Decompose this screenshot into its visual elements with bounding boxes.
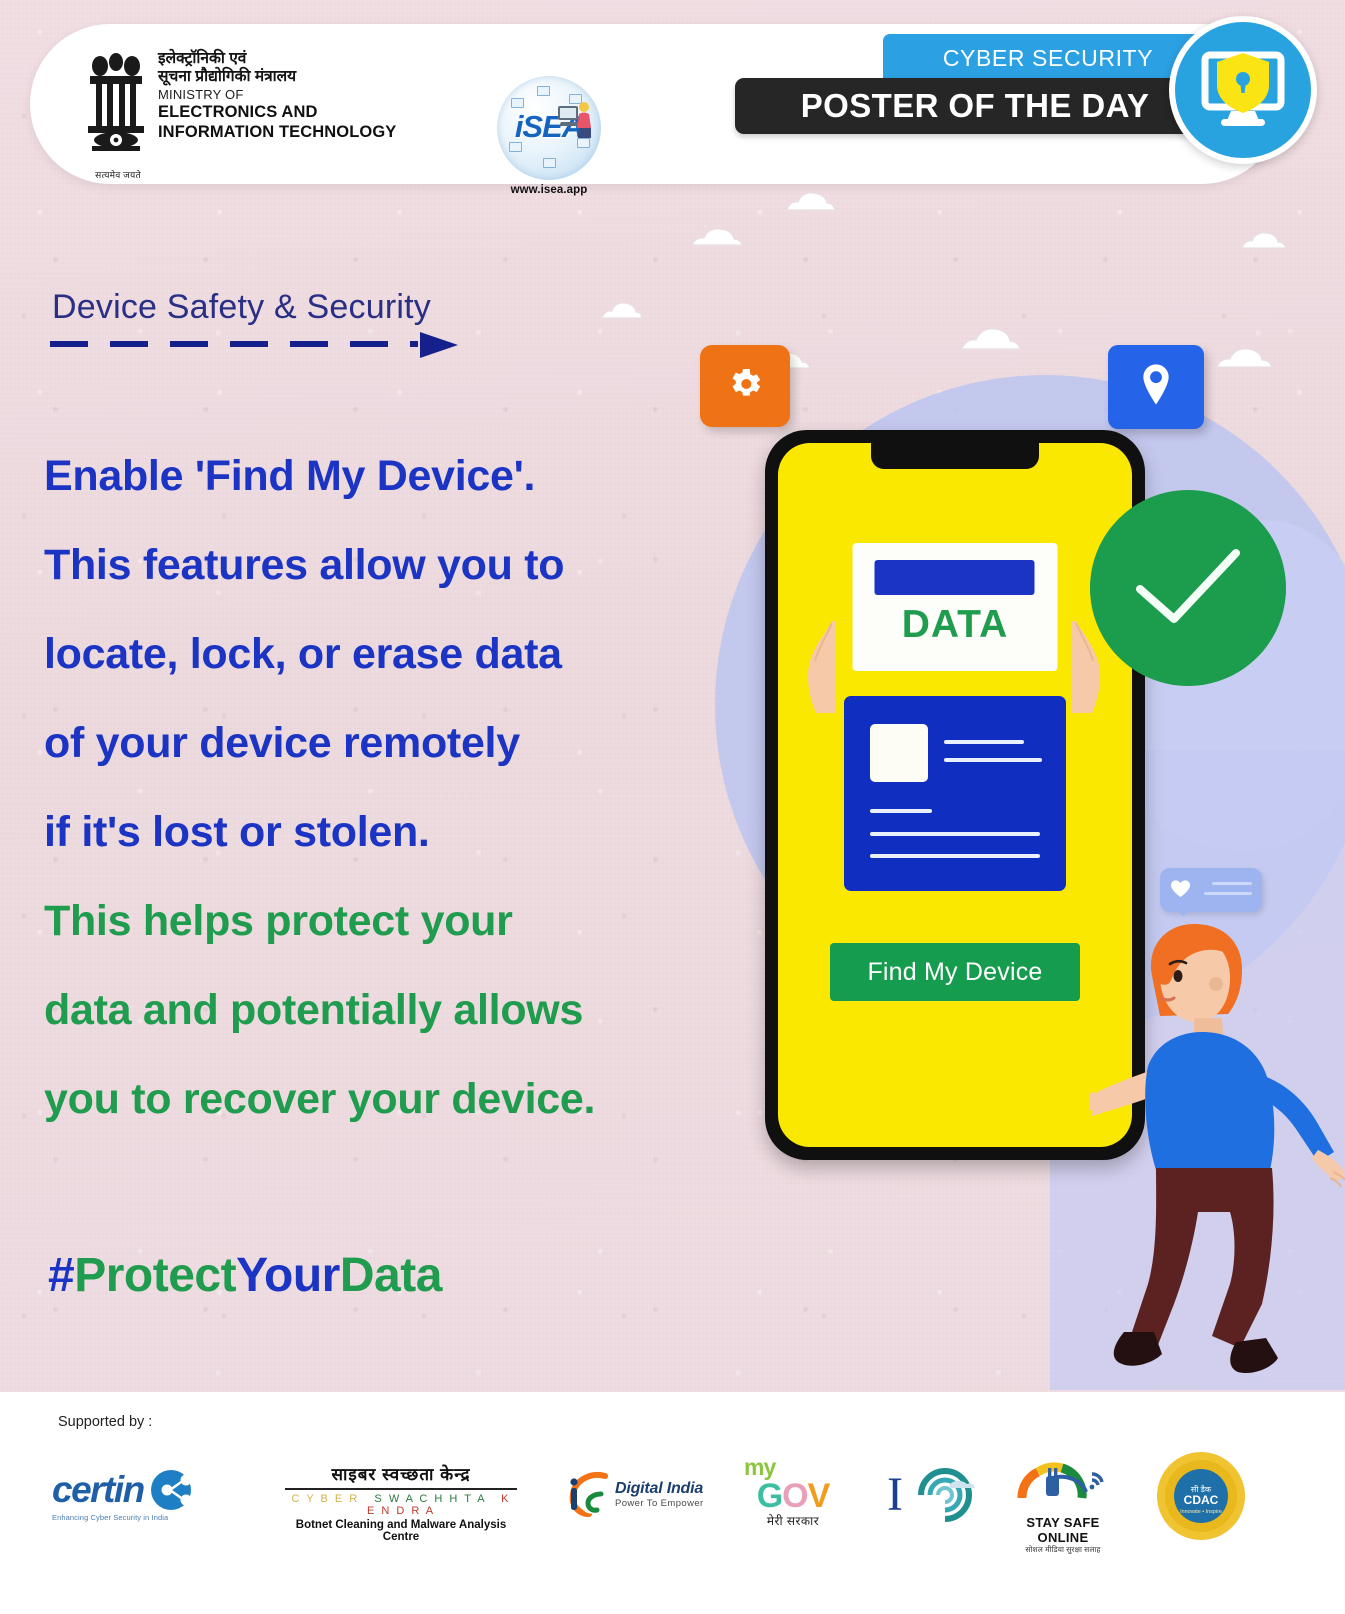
cyber-security-label: CYBER SECURITY	[942, 44, 1154, 71]
ministry-line3: INFORMATION TECHNOLOGY	[158, 122, 397, 141]
checkmark-icon	[1130, 543, 1246, 634]
hand-left-icon	[802, 621, 838, 713]
phone-screen: DATA Find My Device	[778, 443, 1132, 1147]
cloud-icon	[785, 190, 837, 212]
headline-line: locate, lock, or erase data	[44, 630, 562, 678]
isea-person-icon	[557, 98, 592, 144]
svg-text:I: I	[887, 1468, 903, 1521]
footer-bar: Supported by : certin Enhancing Cyber Se…	[0, 1392, 1345, 1614]
csk-hindi: साइबर स्वच्छता केन्द्र	[331, 1465, 471, 1484]
section-label: Device Safety & Security	[52, 288, 431, 327]
card-line	[870, 832, 1040, 836]
isea-url: www.isea.app	[510, 184, 588, 196]
ministry-hindi-line1: इलेक्ट्रॉनिकी एवं	[158, 50, 247, 67]
hashtag-part-your: Your	[236, 1249, 340, 1302]
cloud-icon	[1240, 230, 1288, 250]
card-line	[870, 854, 1040, 858]
headline-line: if it's lost or stolen.	[44, 808, 430, 856]
emblem-motto: सत्यमेव जयते	[95, 170, 141, 180]
ministry-text-block: इलेक्ट्रॉनिकी एवं सूचना प्रौद्योगिकी मंत…	[158, 50, 396, 142]
ministry-line2: ELECTRONICS AND	[158, 103, 318, 122]
hashtag-symbol: #	[48, 1249, 75, 1302]
hashtag-part-data: Data	[339, 1249, 443, 1302]
poster-of-the-day-bar: POSTER OF THE DAY	[735, 78, 1215, 134]
cert-in-wordmark: certin	[52, 1469, 145, 1510]
csk-english: C Y B E R S W A C H H T A K E N D R A	[291, 1492, 511, 1517]
headline-line: This features allow you to	[44, 541, 565, 589]
location-tile[interactable]	[1108, 345, 1204, 429]
supported-by-label: Supported by :	[58, 1414, 153, 1430]
cyber-security-bar: CYBER SECURITY	[883, 34, 1213, 82]
location-pin-icon	[1139, 363, 1173, 412]
find-my-device-button[interactable]: Find My Device	[830, 943, 1080, 1001]
verified-check-badge	[1090, 490, 1286, 686]
isea-globe: iSEA	[497, 76, 601, 180]
hand-right-icon	[1070, 621, 1106, 713]
logo-stay-safe-online: STAY SAFE ONLINE सोशल मीडिया सुरक्षा सला…	[1004, 1454, 1122, 1555]
stay-safe-online-hindi: सोशल मीडिया सुरक्षा सलाह	[1025, 1545, 1101, 1554]
logo-mygov: my GOV मेरी सरकार	[738, 1454, 848, 1529]
hashtag-part-protect: Protect	[74, 1249, 237, 1302]
ministry-of-label: MINISTRY OF	[158, 87, 244, 103]
headline-copy: Enable 'Find My Device'. This features a…	[44, 432, 774, 1144]
logo-icert-wave: I	[885, 1464, 995, 1531]
dashed-arrow	[46, 330, 476, 360]
section-label-text: Device Safety & Security	[52, 288, 431, 326]
cloud-icon	[690, 225, 744, 247]
mygov-hindi: मेरी सरकार	[766, 1513, 820, 1528]
headline-line: Enable 'Find My Device'.	[44, 452, 536, 500]
india-emblem-icon	[78, 46, 154, 168]
logo-cdac-seal: सी डैक CDAC Innovate • Inspire	[1155, 1450, 1247, 1547]
benefit-line: data and potentially allows	[44, 986, 584, 1034]
logo-cyber-swachhta-kendra: साइबर स्वच्छता केन्द्र C Y B E R S W A C…	[285, 1462, 517, 1543]
cloud-icon	[960, 325, 1022, 351]
benefit-line: This helps protect your	[44, 897, 513, 945]
monitor-shield-lock-icon	[1197, 45, 1289, 136]
poster-canvas: DATA Find My Device सत्यमेव जयते इलेक्ट्…	[0, 0, 1345, 1614]
logo-digital-india: Digital India Power To Empower	[565, 1470, 715, 1518]
card-line	[870, 809, 932, 813]
badge-circle	[1169, 16, 1317, 164]
data-card-label: DATA	[901, 603, 1009, 646]
content-card	[844, 696, 1066, 891]
settings-tile[interactable]	[700, 345, 790, 427]
digital-india-tagline: Power To Empower	[615, 1497, 704, 1509]
card-line	[944, 740, 1024, 744]
cloud-icon	[600, 300, 644, 320]
svg-text:Innovate • Inspire: Innovate • Inspire	[1180, 1509, 1222, 1515]
data-card-bar	[874, 560, 1035, 595]
cdac-title: CDAC	[1184, 1493, 1219, 1507]
mygov-gov: GOV	[756, 1477, 831, 1515]
cloud-icon	[1215, 345, 1275, 369]
isea-logo: iSEA www.isea.app	[488, 76, 610, 196]
cert-in-tagline: Enhancing Cyber Security in India	[52, 1513, 169, 1522]
find-my-device-label: Find My Device	[867, 957, 1043, 986]
digital-india-title: Digital India	[615, 1479, 704, 1497]
headline-line: of your device remotely	[44, 719, 520, 767]
gear-icon	[725, 364, 765, 409]
poster-of-the-day-badge: CYBER SECURITY POSTER OF THE DAY	[735, 16, 1317, 164]
csk-subtitle: Botnet Cleaning and Malware Analysis Cen…	[295, 1518, 507, 1543]
campaign-hashtag: #ProtectYourData	[48, 1248, 442, 1303]
ministry-hindi-line2: सूचना प्रौद्योगिकी मंत्रालय	[158, 67, 297, 85]
benefit-line: you to recover your device.	[44, 1075, 596, 1123]
poster-of-the-day-label: POSTER OF THE DAY	[800, 87, 1150, 124]
phone-notch	[871, 443, 1039, 469]
data-card: DATA	[852, 543, 1058, 671]
stay-safe-online-title: STAY SAFE ONLINE	[1026, 1515, 1100, 1545]
card-line	[944, 758, 1042, 762]
person-illustration	[1090, 880, 1345, 1440]
smartphone-mockup: DATA Find My Device	[765, 430, 1145, 1160]
card-thumbnail	[870, 724, 928, 782]
logo-cert-in: certin Enhancing Cyber Security in India	[52, 1468, 252, 1522]
